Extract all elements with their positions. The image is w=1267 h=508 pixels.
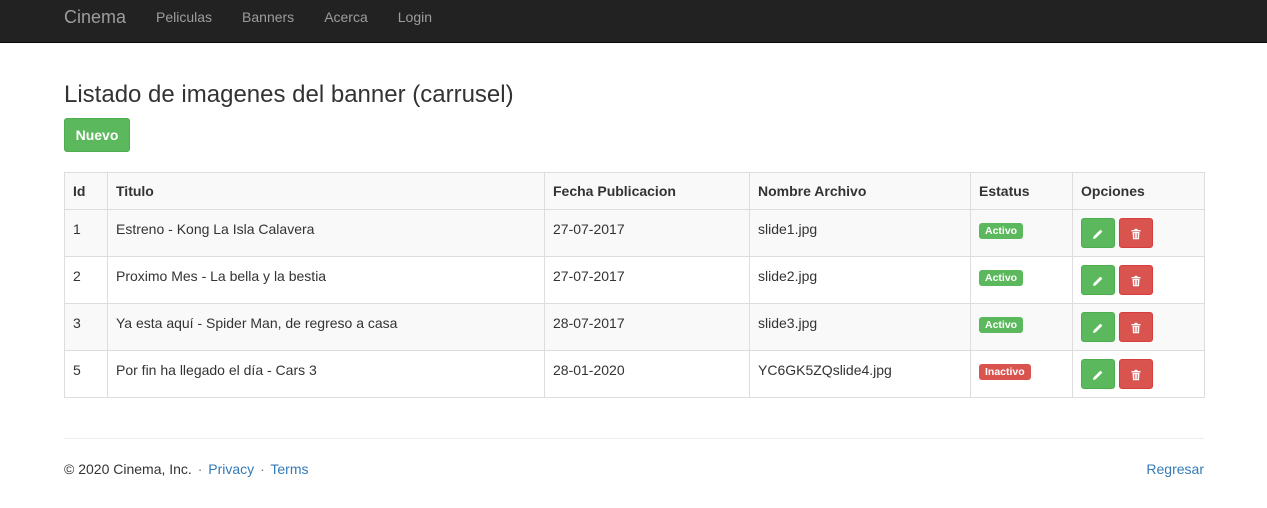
nav-link-banners[interactable]: Banners — [227, 0, 309, 35]
trash-icon — [1131, 370, 1141, 381]
status-badge: Activo — [979, 223, 1024, 239]
pencil-icon — [1093, 229, 1103, 240]
status-badge: Activo — [979, 270, 1024, 286]
header-id: Id — [64, 172, 108, 210]
edit-button[interactable] — [1081, 359, 1115, 389]
nav-item-peliculas: Peliculas — [141, 0, 227, 35]
page-title: Listado de imagenes del banner (carrusel… — [64, 81, 514, 108]
delete-button[interactable] — [1119, 359, 1153, 389]
nav-link-login[interactable]: Login — [383, 0, 447, 35]
delete-button[interactable] — [1119, 312, 1153, 342]
trash-icon — [1131, 276, 1141, 287]
cell-archivo: slide3.jpg — [749, 303, 971, 351]
edit-button[interactable] — [1081, 312, 1115, 342]
delete-button[interactable] — [1119, 218, 1153, 248]
header-fecha: Fecha Publicacion — [544, 172, 750, 210]
cell-estatus: Activo — [970, 256, 1073, 304]
cell-opciones — [1072, 256, 1205, 304]
edit-button[interactable] — [1081, 265, 1115, 295]
table-row: 3 Ya esta aquí - Spider Man, de regreso … — [64, 303, 1205, 351]
cell-titulo: Ya esta aquí - Spider Man, de regreso a … — [107, 303, 545, 351]
footer-copyright: © 2020 Cinema, Inc. — [64, 461, 192, 477]
back-link[interactable]: Regresar — [1146, 459, 1204, 479]
footer-divider — [64, 438, 1204, 439]
banners-table: Id Titulo Fecha Publicacion Nombre Archi… — [64, 172, 1205, 398]
cell-opciones — [1072, 303, 1205, 351]
cell-id: 1 — [64, 209, 108, 257]
table-header-row: Id Titulo Fecha Publicacion Nombre Archi… — [64, 172, 1205, 210]
cell-archivo: slide1.jpg — [749, 209, 971, 257]
pencil-icon — [1093, 276, 1103, 287]
table-row: 1 Estreno - Kong La Isla Calavera 27-07-… — [64, 209, 1205, 257]
footer-separator: · — [197, 461, 203, 477]
cell-estatus: Inactivo — [970, 350, 1073, 398]
trash-icon — [1131, 323, 1141, 334]
edit-button[interactable] — [1081, 218, 1115, 248]
main-container: Listado de imagenes del banner (carrusel… — [64, 43, 1205, 477]
cell-fecha: 28-07-2017 — [544, 303, 750, 351]
new-banner-button[interactable]: Nuevo — [64, 118, 130, 152]
pencil-icon — [1093, 323, 1103, 334]
terms-link[interactable]: Terms — [270, 461, 308, 477]
cell-fecha: 27-07-2017 — [544, 209, 750, 257]
privacy-link[interactable]: Privacy — [208, 461, 254, 477]
cell-titulo: Por fin ha llegado el día - Cars 3 — [107, 350, 545, 398]
nav-menu: Peliculas Banners Acerca Login — [141, 0, 447, 35]
cell-fecha: 28-01-2020 — [544, 350, 750, 398]
cell-opciones — [1072, 209, 1205, 257]
navbar: Cinema Peliculas Banners Acerca Login — [0, 0, 1267, 43]
header-opciones: Opciones — [1072, 172, 1205, 210]
brand-link[interactable]: Cinema — [64, 0, 126, 35]
footer: © 2020 Cinema, Inc. · Privacy · Terms Re… — [64, 459, 1204, 479]
cell-estatus: Activo — [970, 303, 1073, 351]
nav-item-login: Login — [383, 0, 447, 35]
pencil-icon — [1093, 370, 1103, 381]
nav-item-acerca: Acerca — [309, 0, 383, 35]
header-estatus: Estatus — [970, 172, 1073, 210]
cell-opciones — [1072, 350, 1205, 398]
cell-id: 5 — [64, 350, 108, 398]
cell-archivo: slide2.jpg — [749, 256, 971, 304]
header-archivo: Nombre Archivo — [749, 172, 971, 210]
cell-titulo: Proximo Mes - La bella y la bestia — [107, 256, 545, 304]
cell-id: 3 — [64, 303, 108, 351]
nav-item-banners: Banners — [227, 0, 309, 35]
header-titulo: Titulo — [107, 172, 545, 210]
table-row: 5 Por fin ha llegado el día - Cars 3 28-… — [64, 350, 1205, 398]
status-badge: Inactivo — [979, 364, 1031, 380]
nav-link-peliculas[interactable]: Peliculas — [141, 0, 227, 35]
footer-separator: · — [260, 461, 265, 477]
cell-fecha: 27-07-2017 — [544, 256, 750, 304]
cell-estatus: Activo — [970, 209, 1073, 257]
trash-icon — [1131, 229, 1141, 240]
cell-id: 2 — [64, 256, 108, 304]
status-badge: Activo — [979, 317, 1024, 333]
delete-button[interactable] — [1119, 265, 1153, 295]
cell-titulo: Estreno - Kong La Isla Calavera — [107, 209, 545, 257]
nav-link-acerca[interactable]: Acerca — [309, 0, 383, 35]
table-row: 2 Proximo Mes - La bella y la bestia 27-… — [64, 256, 1205, 304]
cell-archivo: YC6GK5ZQslide4.jpg — [749, 350, 971, 398]
